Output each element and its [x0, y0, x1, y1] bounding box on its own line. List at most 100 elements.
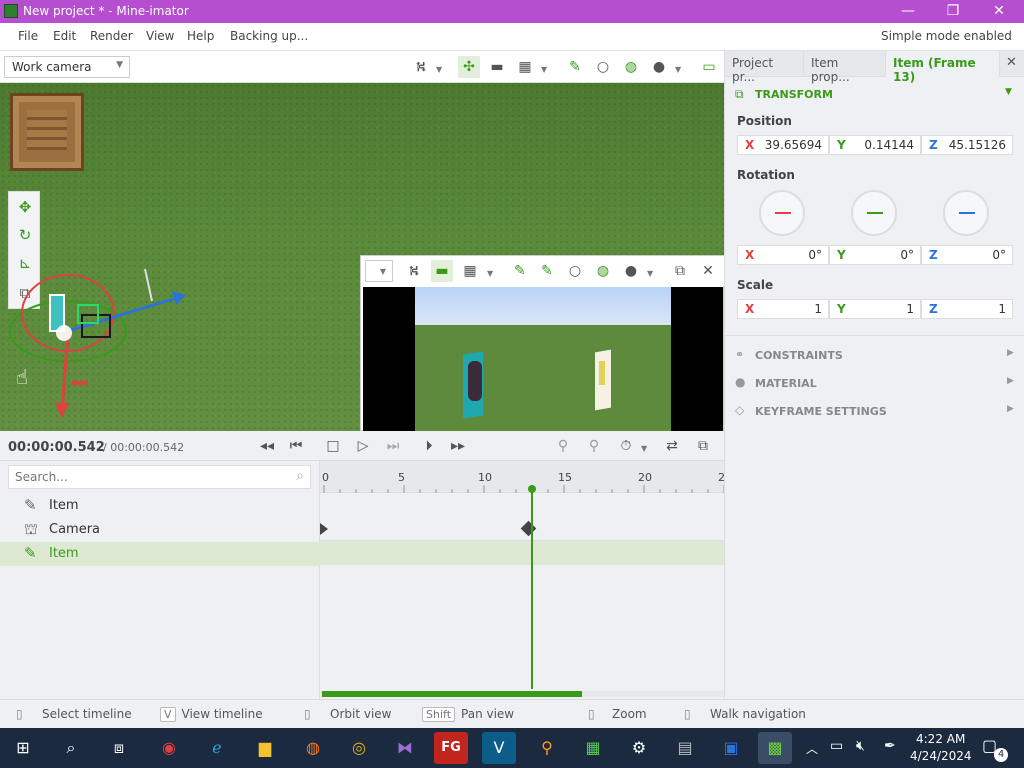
menu-help[interactable]: Help [187, 29, 214, 43]
keyframe-start[interactable] [320, 523, 328, 535]
camera-dropdown[interactable]: Work camera ▼ [4, 56, 130, 78]
playhead-handle[interactable] [528, 485, 536, 493]
chevron-down-icon[interactable]: ▼ [436, 65, 442, 74]
chevron-down-icon[interactable]: ▼ [487, 269, 493, 278]
stop-icon[interactable]: □ [322, 435, 344, 457]
position-x-field[interactable]: X 39.65694 [737, 135, 829, 155]
preview-camera-dropdown[interactable]: ▼ [365, 260, 393, 282]
material-section[interactable]: ● MATERIAL ▶ [725, 371, 1024, 395]
scale-x-field[interactable]: X1 [737, 299, 829, 319]
task-view-icon[interactable]: ⧈ [102, 732, 136, 764]
edge-icon[interactable]: ℯ [200, 732, 234, 764]
constraints-section[interactable]: ⚭ CONSTRAINTS ▶ [725, 343, 1024, 367]
chevron-down-icon[interactable]: ▼ [647, 269, 653, 278]
timeline-scrollbar[interactable] [320, 691, 724, 697]
magnifier-app-icon[interactable]: ⚲ [530, 732, 564, 764]
chevron-down-icon[interactable]: ▼ [641, 444, 647, 453]
grid-icon[interactable]: ▦ [459, 260, 481, 282]
tree-item-selected[interactable]: ✎ Item [0, 542, 320, 566]
render-icon[interactable]: ✎ [564, 56, 586, 78]
chart-app-icon[interactable]: ▦ [576, 732, 610, 764]
next-keyframe-icon[interactable]: ⏵ [418, 435, 440, 457]
circle-icon[interactable]: ○ [592, 56, 614, 78]
scale-z-field[interactable]: Z1 [921, 299, 1013, 319]
fg-app-icon[interactable]: FG [434, 732, 468, 764]
firefox-icon[interactable]: ◍ [296, 732, 330, 764]
tree-item[interactable]: ✎ Item [0, 494, 320, 518]
close-button[interactable]: ✕ [977, 1, 1021, 22]
rotation-x-dial[interactable] [759, 190, 805, 236]
move-tool-icon[interactable]: ✥ [14, 196, 36, 218]
tab-project-properties[interactable]: Project pr... [725, 51, 804, 84]
rotation-z-field[interactable]: Z 0° [921, 245, 1013, 265]
menu-edit[interactable]: Edit [53, 29, 76, 43]
windows-start-icon[interactable]: ⊞ [6, 732, 40, 764]
play-icon[interactable]: ▷ [352, 435, 374, 457]
opera-icon[interactable]: ◉ [152, 732, 186, 764]
position-y-field[interactable]: Y 0.14144 [829, 135, 921, 155]
volume-muted-icon[interactable]: 🔇︎ [856, 738, 865, 754]
circle-icon[interactable]: ○ [564, 260, 586, 282]
menu-render[interactable]: Render [90, 29, 133, 43]
timer-icon[interactable]: ⏱ [615, 435, 637, 457]
rotation-x-field[interactable]: X 0° [737, 245, 829, 265]
timeline-ruler[interactable]: 0510152025 [320, 461, 724, 493]
shading-icon[interactable]: ◍ [620, 56, 642, 78]
popout-icon[interactable]: ⧉ [669, 260, 691, 282]
rotate-tool-icon[interactable]: ↻ [14, 224, 36, 246]
transform-gizmo[interactable] [0, 253, 200, 431]
timeline-scroll-thumb[interactable] [322, 691, 582, 697]
visual-studio-icon[interactable]: ⧓ [388, 732, 422, 764]
settings-gear-icon[interactable]: ⚙ [622, 732, 656, 764]
snap-icon[interactable]: ⛕ [403, 260, 425, 282]
chrome-icon[interactable]: ◎ [342, 732, 376, 764]
wand-icon[interactable]: ✎ [509, 260, 531, 282]
pen-icon[interactable]: ✒ [884, 738, 896, 754]
word-icon[interactable]: ▣ [714, 732, 748, 764]
aspect-ratio-icon[interactable]: ▬ [486, 56, 508, 78]
vs-code-icon[interactable]: V [482, 732, 516, 764]
run-icon[interactable]: ⚲ [583, 435, 605, 457]
panel-toggle-icon[interactable]: ▭ [698, 56, 720, 78]
playhead[interactable] [531, 487, 533, 689]
tab-item-properties[interactable]: Item prop... [804, 51, 886, 84]
jump-start-icon[interactable]: ◂◂ [256, 435, 278, 457]
scale-y-field[interactable]: Y1 [829, 299, 921, 319]
transform-section-title[interactable]: TRANSFORM [755, 88, 833, 101]
sphere-icon[interactable]: ● [648, 56, 670, 78]
photos-icon[interactable]: ▤ [668, 732, 702, 764]
popout-icon[interactable]: ⧉ [692, 435, 714, 457]
search-input[interactable] [15, 469, 275, 485]
tab-item-frame[interactable]: Item (Frame 13) [886, 51, 1000, 84]
keyframe-settings-section[interactable]: ◇ KEYFRAME SETTINGS ▶ [725, 399, 1024, 423]
chevron-down-icon[interactable]: ▼ [541, 65, 547, 74]
rotation-y-field[interactable]: Y 0° [829, 245, 921, 265]
next-frame-icon[interactable]: ⏭ [382, 435, 404, 457]
minimize-button[interactable]: — [886, 1, 930, 22]
file-explorer-icon[interactable]: ▆ [248, 732, 282, 764]
chevron-down-icon[interactable]: ▼ [675, 65, 681, 74]
position-z-field[interactable]: Z 45.15126 [921, 135, 1013, 155]
chevron-down-icon[interactable]: ▼ [1005, 87, 1012, 97]
timeline-tracks[interactable]: 0510152025 [320, 461, 724, 699]
menu-file[interactable]: File [18, 29, 38, 43]
snap-icon[interactable]: ⛕ [410, 56, 432, 78]
close-tab-icon[interactable]: ✕ [1006, 55, 1017, 70]
render-icon[interactable]: ✎ [536, 260, 558, 282]
camera-preview[interactable]: ▼ ⛕ ▬ ▦ ▼ ✎ ✎ ○ ◍ ● ▼ ⧉ ✕ [360, 255, 724, 431]
tree-item[interactable]: ⛫ Camera [0, 518, 320, 542]
prev-frame-icon[interactable]: ⏮ [285, 435, 307, 457]
item-track-selected[interactable] [320, 541, 724, 565]
search-icon[interactable]: ⌕ [54, 732, 88, 764]
work-viewport[interactable]: ✥ ↻ ⊾ ⧉ ☝ ▼ ⛕ ▬ ▦ ▼ ✎ ✎ ○ ◍ ● ▼ ⧉ ✕ [0, 83, 724, 431]
maximize-button[interactable]: ❐ [931, 1, 975, 22]
move-gizmo-icon[interactable]: ✣ [458, 56, 480, 78]
walk-icon[interactable]: ⚲ [552, 435, 574, 457]
loop-icon[interactable]: ⇄ [661, 435, 683, 457]
sphere-icon[interactable]: ● [620, 260, 642, 282]
grid-icon[interactable]: ▦ [514, 56, 536, 78]
jump-end-icon[interactable]: ▸▸ [447, 435, 469, 457]
menu-view[interactable]: View [146, 29, 174, 43]
mine-imator-task-icon[interactable]: ▩ [758, 732, 792, 764]
tray-chevron-up-icon[interactable]: ︿ [806, 740, 818, 757]
